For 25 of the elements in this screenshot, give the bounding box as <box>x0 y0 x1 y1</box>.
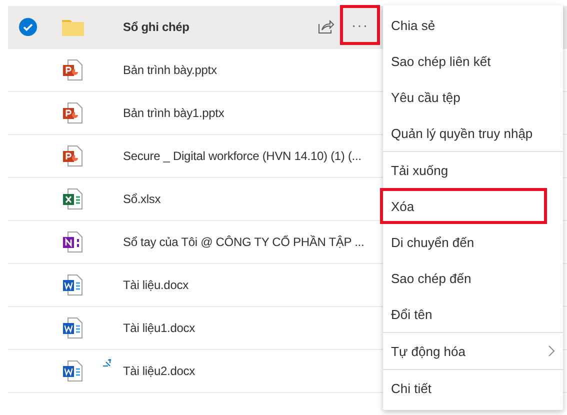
menu-item[interactable]: Xóa <box>380 188 547 224</box>
powerpoint-file-icon <box>63 102 83 124</box>
folder-icon <box>62 18 84 36</box>
file-name[interactable]: Bản trình bày1.pptx <box>123 106 224 120</box>
file-name[interactable]: Sổ.xlsx <box>123 192 161 206</box>
menu-item[interactable]: Tự động hóa <box>380 333 566 369</box>
file-name[interactable]: Sổ ghi chép <box>123 20 190 34</box>
word-file-icon <box>63 360 83 382</box>
file-name[interactable]: Bản trình bày.pptx <box>123 63 217 77</box>
share-icon[interactable] <box>318 19 334 34</box>
file-name[interactable]: Tài liệu.docx <box>123 278 188 292</box>
file-name[interactable]: Sổ tay của Tôi @ CÔNG TY CỔ PHẦN TẬP ... <box>123 235 364 249</box>
checked-icon[interactable] <box>19 18 37 36</box>
more-options-button[interactable]: ··· <box>340 5 380 45</box>
word-file-icon <box>63 274 83 296</box>
powerpoint-file-icon <box>63 59 83 81</box>
powerpoint-file-icon <box>63 145 83 167</box>
menu-item[interactable]: Di chuyển đến <box>380 224 566 260</box>
file-name[interactable]: Tài liệu2.docx <box>123 364 195 378</box>
excel-file-icon <box>63 188 83 210</box>
file-name[interactable]: Tài liệu1.docx <box>123 321 195 335</box>
file-name[interactable]: Secure _ Digital workforce (HVN 14.10) (1) (... <box>123 149 362 163</box>
word-file-icon <box>63 317 83 339</box>
menu-item[interactable]: Chia sẻ <box>380 7 566 43</box>
onenote-file-icon <box>63 231 83 253</box>
